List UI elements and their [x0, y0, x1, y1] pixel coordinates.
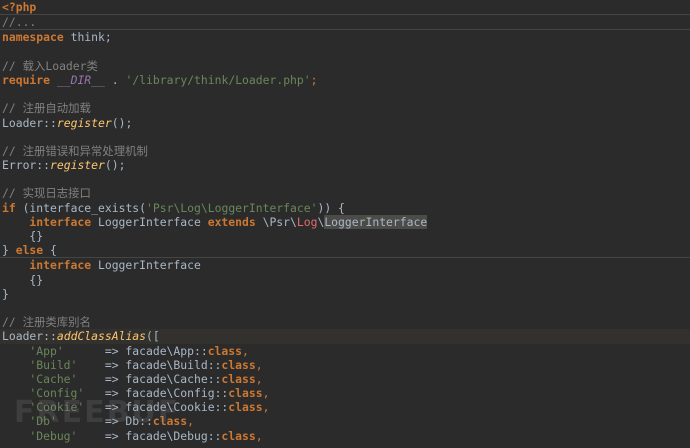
code-token: register	[56, 115, 112, 130]
code-token: {}	[29, 229, 44, 243]
code-line[interactable]: // 注册自动加载	[0, 101, 690, 115]
code-token: ,	[255, 357, 263, 372]
code-token: \Psr\	[255, 214, 297, 229]
code-line[interactable]: } else {	[0, 243, 690, 259]
code-line[interactable]: interface LoggerInterface extends \Psr\L…	[0, 214, 690, 229]
watermark-logo: FREEBUF	[14, 395, 181, 430]
code-line[interactable]: Loader::register();	[0, 116, 690, 130]
code-line[interactable]	[0, 301, 690, 315]
code-token: // 实现日志接口	[2, 186, 91, 201]
code-token: 'Build'	[29, 357, 78, 372]
code-area[interactable]: <?php//... namespace think;// 载入Loader类 re…	[0, 0, 690, 443]
code-token: interface	[29, 258, 92, 273]
code-token: Loader::	[2, 329, 57, 344]
code-token: (interface_exists(	[15, 200, 147, 215]
code-token: {}	[29, 272, 44, 287]
code-line[interactable]: //...	[0, 15, 690, 31]
code-token: ;	[310, 72, 318, 87]
code-token: => facade\App::	[63, 343, 208, 358]
code-line[interactable]: {}	[0, 229, 690, 243]
code-token: class	[228, 386, 263, 401]
code-token: require	[2, 72, 51, 87]
code-line[interactable]: // 注册错误和异常处理机制	[0, 144, 690, 158]
code-token: // 载入Loader类	[2, 58, 98, 73]
code-token: //...	[2, 15, 37, 30]
code-token: Log	[296, 214, 318, 229]
code-line[interactable]	[0, 130, 690, 144]
code-line[interactable]: require __DIR__ . '/library/think/Loader…	[0, 73, 690, 87]
code-token: // 注册类库别名	[2, 315, 91, 330]
code-line[interactable]: interface LoggerInterface	[0, 258, 690, 272]
code-token: => facade\Build::	[77, 357, 222, 372]
code-line[interactable]	[0, 87, 690, 101]
code-line[interactable]	[0, 172, 690, 186]
code-token: if	[2, 200, 16, 215]
code-token: ,	[187, 414, 194, 429]
code-line[interactable]: 'Cache' => facade\Cache::class,	[0, 372, 690, 386]
code-token: class	[207, 343, 242, 358]
code-token: LoggerInterface	[91, 214, 208, 229]
code-editor[interactable]: <?php//... namespace think;// 载入Loader类 re…	[0, 0, 690, 448]
code-token: '/library/think/Loader.php'	[125, 72, 311, 87]
code-token: .	[104, 72, 126, 87]
code-line[interactable]: if (interface_exists('Psr\Log\LoggerInte…	[0, 201, 690, 215]
code-token: addClassAlias	[56, 329, 147, 344]
code-token: 'App'	[29, 343, 64, 358]
code-token: think;	[63, 30, 112, 45]
code-token: LoggerInterface	[91, 258, 201, 273]
code-token: class	[221, 357, 256, 372]
code-line[interactable]: }	[0, 287, 690, 301]
code-token: else	[15, 243, 44, 258]
code-token: => facade\Debug::	[77, 428, 222, 443]
code-token: ,	[242, 343, 249, 358]
code-token: ();	[104, 158, 126, 173]
code-token: {	[43, 243, 57, 258]
code-token: ,	[255, 371, 263, 386]
code-line[interactable]: // 实现日志接口	[0, 186, 690, 200]
code-token: )) {	[317, 200, 345, 215]
code-token: 'Cache'	[29, 371, 78, 386]
code-line[interactable]: 'Debug' => facade\Debug::class,	[0, 429, 690, 443]
code-line[interactable]: 'App' => facade\App::class,	[0, 344, 690, 358]
code-token: 'Psr\Log\LoggerInterface'	[146, 200, 318, 215]
code-line[interactable]: 'Build' => facade\Build::class,	[0, 358, 690, 372]
code-token: namespace	[2, 30, 64, 45]
code-line[interactable]: Error::register();	[0, 158, 690, 172]
code-token: }	[2, 243, 16, 258]
code-token: ([	[146, 329, 160, 344]
code-token: class	[221, 371, 256, 386]
code-token: => facade\Cache::	[77, 371, 222, 386]
code-token: extends	[207, 214, 256, 229]
code-line[interactable]: Loader::addClassAlias([	[0, 329, 690, 344]
code-token: register	[50, 158, 105, 173]
code-line[interactable]: <?php	[0, 0, 690, 16]
code-token: LoggerInterface	[324, 214, 428, 229]
code-token: ();	[111, 115, 133, 130]
code-token: }	[2, 286, 9, 301]
code-token: Error::	[2, 158, 51, 173]
code-token: class	[228, 400, 263, 415]
code-token: class	[221, 428, 256, 443]
code-token: ,	[262, 386, 270, 401]
code-line[interactable]: // 注册类库别名	[0, 315, 690, 329]
code-token: <?php	[2, 0, 37, 14]
code-token: interface	[29, 214, 92, 229]
code-line[interactable]: namespace think;	[0, 30, 690, 44]
code-token: ,	[255, 428, 263, 443]
code-token: ,	[262, 400, 270, 415]
code-line[interactable]: {}	[0, 273, 690, 287]
code-token: __DIR__	[56, 72, 105, 87]
code-token: 'Debug'	[29, 428, 78, 443]
code-line[interactable]	[0, 45, 690, 59]
code-token: Loader::	[2, 115, 57, 130]
code-token: // 注册错误和异常处理机制	[2, 143, 148, 158]
code-token: // 注册自动加载	[2, 101, 91, 116]
code-line[interactable]: // 载入Loader类	[0, 59, 690, 73]
